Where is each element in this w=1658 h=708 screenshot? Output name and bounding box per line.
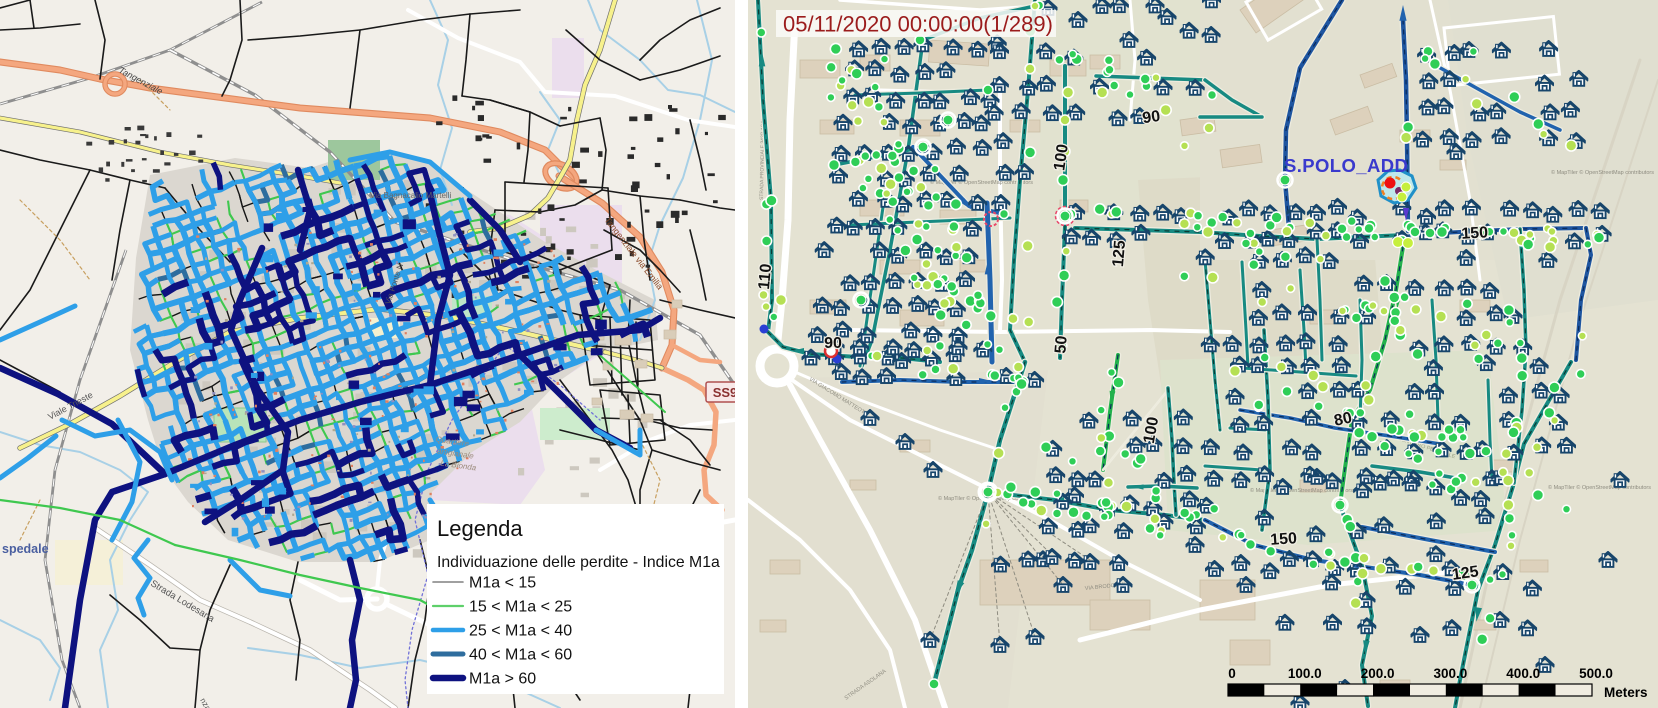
svg-text:05/11/2020 00:00:00(1/289): 05/11/2020 00:00:00(1/289) (783, 12, 1053, 37)
svg-text:15 < M1a < 25: 15 < M1a < 25 (469, 599, 572, 616)
svg-text:Legenda: Legenda (437, 516, 523, 541)
svg-text:Individuazione delle perdite -: Individuazione delle perdite - Indice M1… (437, 554, 720, 571)
svg-text:90: 90 (824, 335, 842, 352)
svg-text:100.0: 100.0 (1288, 666, 1322, 681)
svg-text:25 < M1a < 40: 25 < M1a < 40 (469, 623, 572, 640)
svg-text:150: 150 (1270, 530, 1298, 549)
svg-text:50: 50 (1052, 335, 1070, 354)
svg-text:125: 125 (1110, 239, 1129, 267)
svg-text:spedale: spedale (2, 542, 49, 556)
svg-text:90: 90 (1141, 108, 1161, 127)
svg-text:400.0: 400.0 (1506, 666, 1540, 681)
svg-text:200.0: 200.0 (1361, 666, 1395, 681)
svg-text:Meters: Meters (1604, 685, 1648, 700)
svg-text:S.POLO_ADD: S.POLO_ADD (1284, 155, 1408, 176)
svg-text:40 < M1a < 60: 40 < M1a < 60 (469, 647, 572, 664)
svg-text:M1a > 60: M1a > 60 (469, 671, 536, 688)
svg-text:M1a < 15: M1a < 15 (469, 575, 536, 592)
svg-text:500.0: 500.0 (1579, 666, 1613, 681)
svg-text:150: 150 (1461, 224, 1489, 242)
svg-text:0: 0 (1228, 666, 1236, 681)
svg-text:© MapTiler © OpenStreetMap con: © MapTiler © OpenStreetMap contributors (1551, 169, 1654, 176)
svg-text:© MapTiler © OpenStreetMap con: © MapTiler © OpenStreetMap contributors (1548, 484, 1651, 491)
svg-text:Via Bagnacalio Martelli: Via Bagnacalio Martelli (370, 191, 451, 200)
svg-text:300.0: 300.0 (1434, 666, 1468, 681)
svg-text:80: 80 (1333, 409, 1354, 429)
svg-text:SS9: SS9 (713, 385, 735, 400)
svg-text:110: 110 (756, 263, 775, 290)
